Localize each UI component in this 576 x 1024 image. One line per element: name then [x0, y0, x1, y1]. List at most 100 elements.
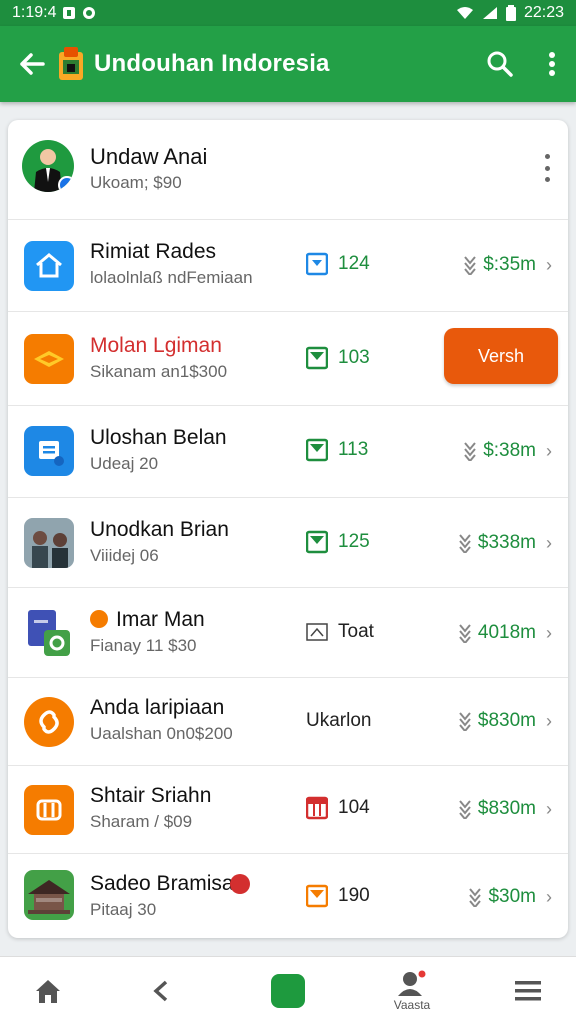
status-time-left: 1:19:4	[12, 4, 57, 21]
item-title: Anda laripiaan	[90, 696, 225, 719]
list-item[interactable]: Sadeo Bramisa Pitaaj 30 190 $30m ›	[8, 854, 568, 938]
price[interactable]: $:35m ›	[463, 254, 552, 276]
search-icon[interactable]	[486, 50, 514, 78]
menu-icon	[515, 981, 541, 1001]
coin-icon	[459, 712, 471, 731]
item-subtitle: Uaalshan 0n0$200	[90, 724, 233, 743]
signal-icon	[482, 6, 498, 20]
calendar-box-icon	[306, 796, 328, 820]
photo-thumbnail	[24, 518, 74, 568]
status-time-right: 22:23	[523, 4, 564, 21]
item-title: Rimiat Rades	[90, 240, 217, 263]
price[interactable]: $30m ›	[468, 886, 552, 908]
verified-badge-icon	[58, 176, 74, 192]
app-title: Undouhan Indoresia	[94, 50, 330, 77]
download-stat: 190	[306, 884, 370, 908]
bottom-nav: Vaasta	[0, 956, 576, 1024]
sync-icon	[82, 6, 96, 20]
download-box-icon	[306, 346, 328, 370]
coin-icon	[459, 800, 471, 819]
item-title: Molan Lgiman	[90, 334, 222, 357]
download-stat: 113	[306, 438, 368, 462]
user-icon	[398, 970, 426, 996]
status-bar: 1:19:4 22:23	[0, 0, 576, 26]
list-item[interactable]: Anda laripiaan Uaalshan 0n0$200 Ukarlon …	[8, 678, 568, 766]
coin-icon	[459, 534, 471, 553]
price[interactable]: $830m ›	[458, 710, 552, 732]
profile-row[interactable]: Undaw Anai Ukoam; $90	[8, 120, 568, 220]
download-box-icon	[306, 252, 328, 276]
home-icon	[24, 241, 74, 291]
grid-icon	[24, 785, 74, 835]
link-icon	[24, 697, 74, 747]
battery-icon	[505, 5, 516, 21]
app-list-card: Undaw Anai Ukoam; $90 Rimiat Rades lolao…	[8, 120, 568, 938]
chevron-right-icon: ›	[546, 532, 552, 553]
item-subtitle: Udeaj 20	[90, 454, 159, 473]
download-stat: 104	[306, 796, 370, 820]
image-box-icon	[306, 623, 328, 641]
chevron-left-icon	[153, 980, 168, 1002]
price[interactable]: $830m ›	[458, 798, 552, 820]
arrow-left-icon	[20, 53, 45, 75]
avatar[interactable]	[22, 140, 74, 192]
chevron-right-icon: ›	[546, 440, 552, 461]
list-item[interactable]: Shtair Sriahn Sharam / $09 104 $830m ›	[8, 766, 568, 854]
item-subtitle: Sikanam an1$300	[90, 362, 228, 381]
download-box-icon	[306, 530, 328, 554]
list-item[interactable]: Uloshan Belan Udeaj 20 113 $:38m ›	[8, 406, 568, 498]
notification-icon	[62, 6, 76, 20]
nav-profile[interactable]: Vaasta	[372, 957, 452, 1024]
nav-back[interactable]	[122, 957, 202, 1024]
chevron-right-icon: ›	[546, 254, 552, 275]
profile-subtitle: Ukoam; $90	[90, 173, 182, 192]
nav-home[interactable]	[8, 957, 88, 1024]
coin-icon	[469, 888, 482, 907]
nav-menu[interactable]	[488, 957, 568, 1024]
nav-center[interactable]	[248, 957, 328, 1024]
item-subtitle: lolaolnlaß ndFemiaan	[90, 268, 253, 287]
diamond-icon	[24, 334, 74, 384]
list-item[interactable]: Imar Man Fianay 11 $30 Toat 4018m ›	[8, 588, 568, 678]
app-logo-icon	[59, 47, 83, 80]
download-box-icon	[306, 884, 328, 908]
list-item[interactable]: Unodkan Brian Viiidej 06 125 $338m ›	[8, 498, 568, 588]
download-stat: Toat	[306, 620, 374, 644]
price[interactable]: $338m ›	[458, 532, 552, 554]
app-bar: Undouhan Indoresia	[0, 26, 576, 102]
item-title: Shtair Sriahn	[90, 784, 212, 807]
item-subtitle: Fianay 11 $30	[90, 636, 197, 655]
download-stat: Ukarlon	[306, 710, 372, 731]
list-item[interactable]: Rimiat Rades lolaolnlaß ndFemiaan 124 $:…	[8, 220, 568, 312]
coin-icon	[464, 442, 476, 461]
back-button[interactable]	[14, 46, 50, 82]
house-icon	[24, 870, 74, 920]
alert-icon	[230, 874, 250, 894]
download-stat: 124	[306, 252, 370, 276]
chevron-right-icon: ›	[546, 710, 552, 731]
file-copy-icon	[24, 608, 74, 658]
nav-profile-label: Vaasta	[393, 998, 431, 1012]
wifi-icon	[456, 6, 474, 20]
document-icon	[24, 426, 74, 476]
profile-more-icon[interactable]	[540, 154, 554, 182]
version-button[interactable]: Versh	[444, 328, 558, 384]
item-subtitle: Sharam / $09	[90, 812, 193, 831]
list-item[interactable]: Molan Lgiman Sikanam an1$300 103 Versh	[8, 312, 568, 406]
chevron-right-icon: ›	[546, 622, 552, 643]
price[interactable]: 4018m ›	[458, 622, 552, 644]
center-action-icon	[271, 974, 305, 1008]
profile-name: Undaw Anai	[90, 144, 208, 169]
item-subtitle: Viiidej 06	[90, 546, 159, 565]
badge-icon	[90, 610, 108, 628]
item-title: Uloshan Belan	[90, 426, 227, 449]
item-title: Unodkan Brian	[90, 518, 229, 541]
item-title: Imar Man	[116, 608, 205, 631]
chevron-right-icon: ›	[546, 886, 552, 907]
coin-icon	[464, 256, 476, 275]
home-icon	[36, 980, 60, 1003]
price[interactable]: $:38m ›	[463, 440, 552, 462]
item-subtitle: Pitaaj 30	[90, 900, 157, 919]
more-vert-icon[interactable]	[548, 51, 556, 77]
download-box-icon	[306, 438, 328, 462]
